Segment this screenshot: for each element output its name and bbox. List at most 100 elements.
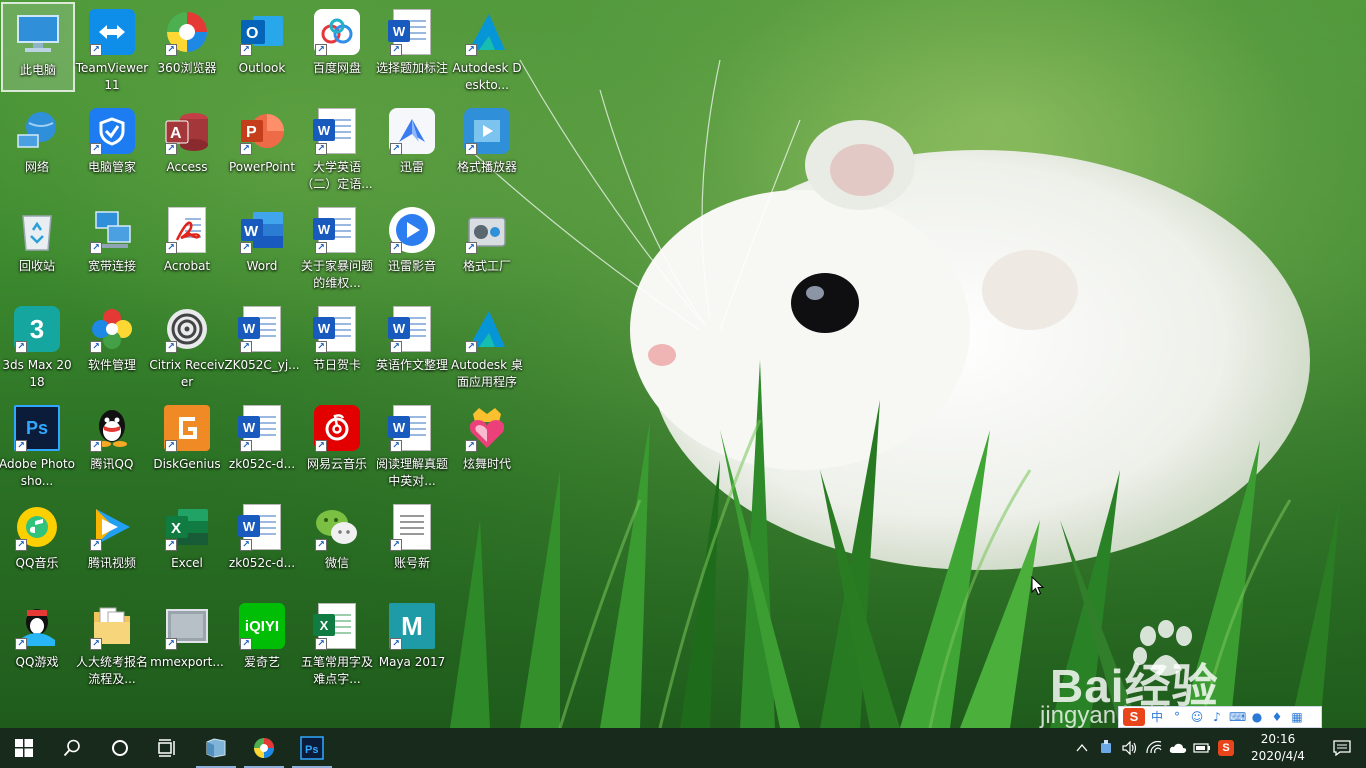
shortcut-arrow-icon: ↗ bbox=[240, 242, 252, 254]
clock-date: 2020/4/4 bbox=[1251, 749, 1305, 763]
ime-toolbox-icon[interactable]: ▦ bbox=[1289, 709, 1305, 725]
shortcut-arrow-icon: ↗ bbox=[240, 440, 252, 452]
ime-keyboard-icon[interactable]: ⌨ bbox=[1229, 709, 1246, 725]
desktop-icon-acrobat[interactable]: ↗ Acrobat bbox=[150, 200, 224, 292]
taskbar-360-browser[interactable] bbox=[240, 728, 288, 768]
desktop-icon-label: 网易云音乐 bbox=[306, 457, 367, 471]
desktop-icon-3dsmax[interactable]: 3 ↗ 3ds Max 2018 bbox=[0, 299, 74, 391]
desktop-icon-folder-docs[interactable]: ↗ 人大统考报名流程及... bbox=[75, 596, 149, 688]
show-hidden-icons-button[interactable] bbox=[1070, 728, 1094, 768]
shortcut-arrow-icon: ↗ bbox=[15, 539, 27, 551]
diskgenius-icon: ↗ bbox=[163, 404, 211, 452]
format-player-icon: ↗ bbox=[463, 107, 511, 155]
ime-mode-toggle[interactable]: 中 bbox=[1149, 709, 1165, 725]
search-button[interactable] bbox=[48, 728, 96, 768]
desktop-icon-qq-music[interactable]: ↗ QQ音乐 bbox=[0, 497, 74, 589]
access-icon: A ↗ bbox=[163, 107, 211, 155]
desktop-icon-excel[interactable]: X ↗ Excel bbox=[150, 497, 224, 589]
desktop-icon-teamviewer[interactable]: ↗ TeamViewer 11 bbox=[75, 2, 149, 94]
desktop-icon-word-doc[interactable]: W ↗ 节日贺卡 bbox=[300, 299, 374, 391]
desktop-icon-word-doc[interactable]: W ↗ zk052c-d... bbox=[225, 497, 299, 589]
mouse-cursor-icon bbox=[1031, 576, 1045, 596]
ime-punctuation-icon[interactable]: ° bbox=[1169, 709, 1185, 725]
desktop-icon-pc-manager[interactable]: ↗ 电脑管家 bbox=[75, 101, 149, 193]
desktop-icon-photoshop[interactable]: Ps ↗ Adobe Photosho... bbox=[0, 398, 76, 490]
shortcut-arrow-icon: ↗ bbox=[315, 143, 327, 155]
desktop-icon-word-doc[interactable]: W ↗ zk052c-d... bbox=[225, 398, 299, 490]
desktop-icon-xunlei[interactable]: ↗ 迅雷 bbox=[375, 101, 449, 193]
desktop-icon-powerpoint[interactable]: P ↗ PowerPoint bbox=[225, 101, 299, 193]
taskbar-file-explorer[interactable] bbox=[192, 728, 240, 768]
desktop-icon-maya[interactable]: M ↗ Maya 2017 bbox=[375, 596, 449, 688]
desktop-icon-word[interactable]: W ↗ Word bbox=[225, 200, 299, 292]
desktop-icon-iqiyi[interactable]: iQIYI ↗ 爱奇艺 bbox=[225, 596, 299, 688]
desktop-icon-word-doc[interactable]: W ↗ 英语作文整理 bbox=[375, 299, 449, 391]
desktop-icon-autodesk[interactable]: ↗ Autodesk 桌面应用程序 bbox=[450, 299, 524, 391]
photoshop-icon: Ps bbox=[300, 736, 324, 760]
desktop-icon-word-doc[interactable]: W ↗ 关于家暴问题的维权... bbox=[300, 200, 374, 292]
word-doc-icon: W ↗ bbox=[238, 503, 286, 551]
desktop-icon-network[interactable]: 网络 bbox=[0, 101, 74, 193]
image-file-icon: ↗ bbox=[163, 602, 211, 650]
taskbar-photoshop[interactable]: Ps bbox=[288, 728, 336, 768]
desktop-icon-outlook[interactable]: O ↗ Outlook bbox=[225, 2, 299, 94]
desktop-icon-netease-music[interactable]: ↗ 网易云音乐 bbox=[300, 398, 374, 490]
photoshop-icon: Ps ↗ bbox=[13, 404, 61, 452]
desktop-icon-label: 腾讯视频 bbox=[87, 556, 136, 570]
desktop-icon-tencent-video[interactable]: ↗ 腾讯视频 bbox=[75, 497, 149, 589]
desktop-icon-word-doc[interactable]: W ↗ 选择题加标注 bbox=[375, 2, 449, 94]
tray-onedrive-button[interactable] bbox=[1166, 728, 1190, 768]
action-center-button[interactable] bbox=[1318, 728, 1366, 768]
qq-game-icon: ↗ bbox=[13, 602, 61, 650]
ime-emoji-icon[interactable]: ☺ bbox=[1189, 709, 1205, 725]
desktop-icon-baidu-netdisk[interactable]: ↗ 百度网盘 bbox=[300, 2, 374, 94]
tray-battery-button[interactable] bbox=[1190, 728, 1214, 768]
desktop-icon-word-doc[interactable]: W ↗ ZK052C_yj... bbox=[224, 299, 300, 391]
desktop-icon-dance-game[interactable]: ↗ 炫舞时代 bbox=[450, 398, 524, 490]
desktop-icon-image-file[interactable]: ↗ mmexport... bbox=[150, 596, 224, 688]
desktop-icon-360-browser[interactable]: ↗ 360浏览器 bbox=[150, 2, 224, 94]
tray-ime-button[interactable]: S bbox=[1214, 728, 1238, 768]
desktop-icon-recycle-bin[interactable]: 回收站 bbox=[0, 200, 74, 292]
desktop-icon-this-pc[interactable]: 此电脑 bbox=[1, 2, 75, 92]
desktop-icon-qq-game[interactable]: ↗ QQ游戏 bbox=[0, 596, 74, 688]
desktop-icon-format-factory[interactable]: ↗ 格式工厂 bbox=[450, 200, 524, 292]
ime-voice-icon[interactable]: ♪ bbox=[1209, 709, 1225, 725]
ime-toolbar[interactable]: S 中 ° ☺ ♪ ⌨ ● ♦ ▦ bbox=[1118, 706, 1322, 728]
desktop-icon-format-player[interactable]: ↗ 格式播放器 bbox=[450, 101, 524, 193]
tray-device-icon[interactable] bbox=[1094, 728, 1118, 768]
search-icon bbox=[63, 739, 80, 757]
desktop-icon-text-file[interactable]: ↗ 账号新 bbox=[375, 497, 449, 589]
tray-volume-button[interactable] bbox=[1118, 728, 1142, 768]
desktop-icon-software-manager[interactable]: ↗ 软件管理 bbox=[75, 299, 149, 391]
sogou-logo-icon[interactable]: S bbox=[1123, 708, 1145, 726]
word-doc-icon: W ↗ bbox=[313, 305, 361, 353]
task-view-button[interactable] bbox=[144, 728, 192, 768]
shortcut-arrow-icon: ↗ bbox=[390, 143, 402, 155]
desktop-icon-citrix[interactable]: ↗ Citrix Receiver bbox=[149, 299, 225, 391]
desktop-icon-word-doc[interactable]: W ↗ 大学英语（二）定语... bbox=[300, 101, 374, 193]
desktop-icon-autodesk[interactable]: ↗ Autodesk Deskto... bbox=[450, 2, 524, 94]
folder-docs-icon: ↗ bbox=[88, 602, 136, 650]
wifi-icon bbox=[1146, 741, 1162, 754]
desktop-icon-wechat[interactable]: ↗ 微信 bbox=[300, 497, 374, 589]
start-button[interactable] bbox=[0, 728, 48, 768]
word-doc-icon: W ↗ bbox=[388, 404, 436, 452]
desktop-icon-label: 英语作文整理 bbox=[375, 358, 448, 372]
ime-user-icon[interactable]: ● bbox=[1249, 709, 1265, 725]
ime-skin-icon[interactable]: ♦ bbox=[1269, 709, 1285, 725]
desktop-icon-qq[interactable]: ↗ 腾讯QQ bbox=[75, 398, 149, 490]
tray-network-button[interactable] bbox=[1142, 728, 1166, 768]
desktop-icon-diskgenius[interactable]: ↗ DiskGenius bbox=[150, 398, 224, 490]
shortcut-arrow-icon: ↗ bbox=[15, 341, 27, 353]
desktop-icon-label: Adobe Photosho... bbox=[0, 457, 76, 488]
desktop-icon-xunlei-player[interactable]: ↗ 迅雷影音 bbox=[375, 200, 449, 292]
desktop-icon-word-doc[interactable]: W ↗ 阅读理解真题中英对... bbox=[375, 398, 449, 490]
tray-clock[interactable]: 20:16 2020/4/4 bbox=[1238, 728, 1318, 768]
desktop-icon-label: Autodesk 桌面应用程序 bbox=[451, 358, 523, 389]
desktop-icon-access[interactable]: A ↗ Access bbox=[150, 101, 224, 193]
shortcut-arrow-icon: ↗ bbox=[165, 539, 177, 551]
desktop-icon-excel-doc[interactable]: X ↗ 五笔常用字及难点字... bbox=[300, 596, 374, 688]
desktop-icon-broadband[interactable]: ↗ 宽带连接 bbox=[75, 200, 149, 292]
cortana-button[interactable] bbox=[96, 728, 144, 768]
